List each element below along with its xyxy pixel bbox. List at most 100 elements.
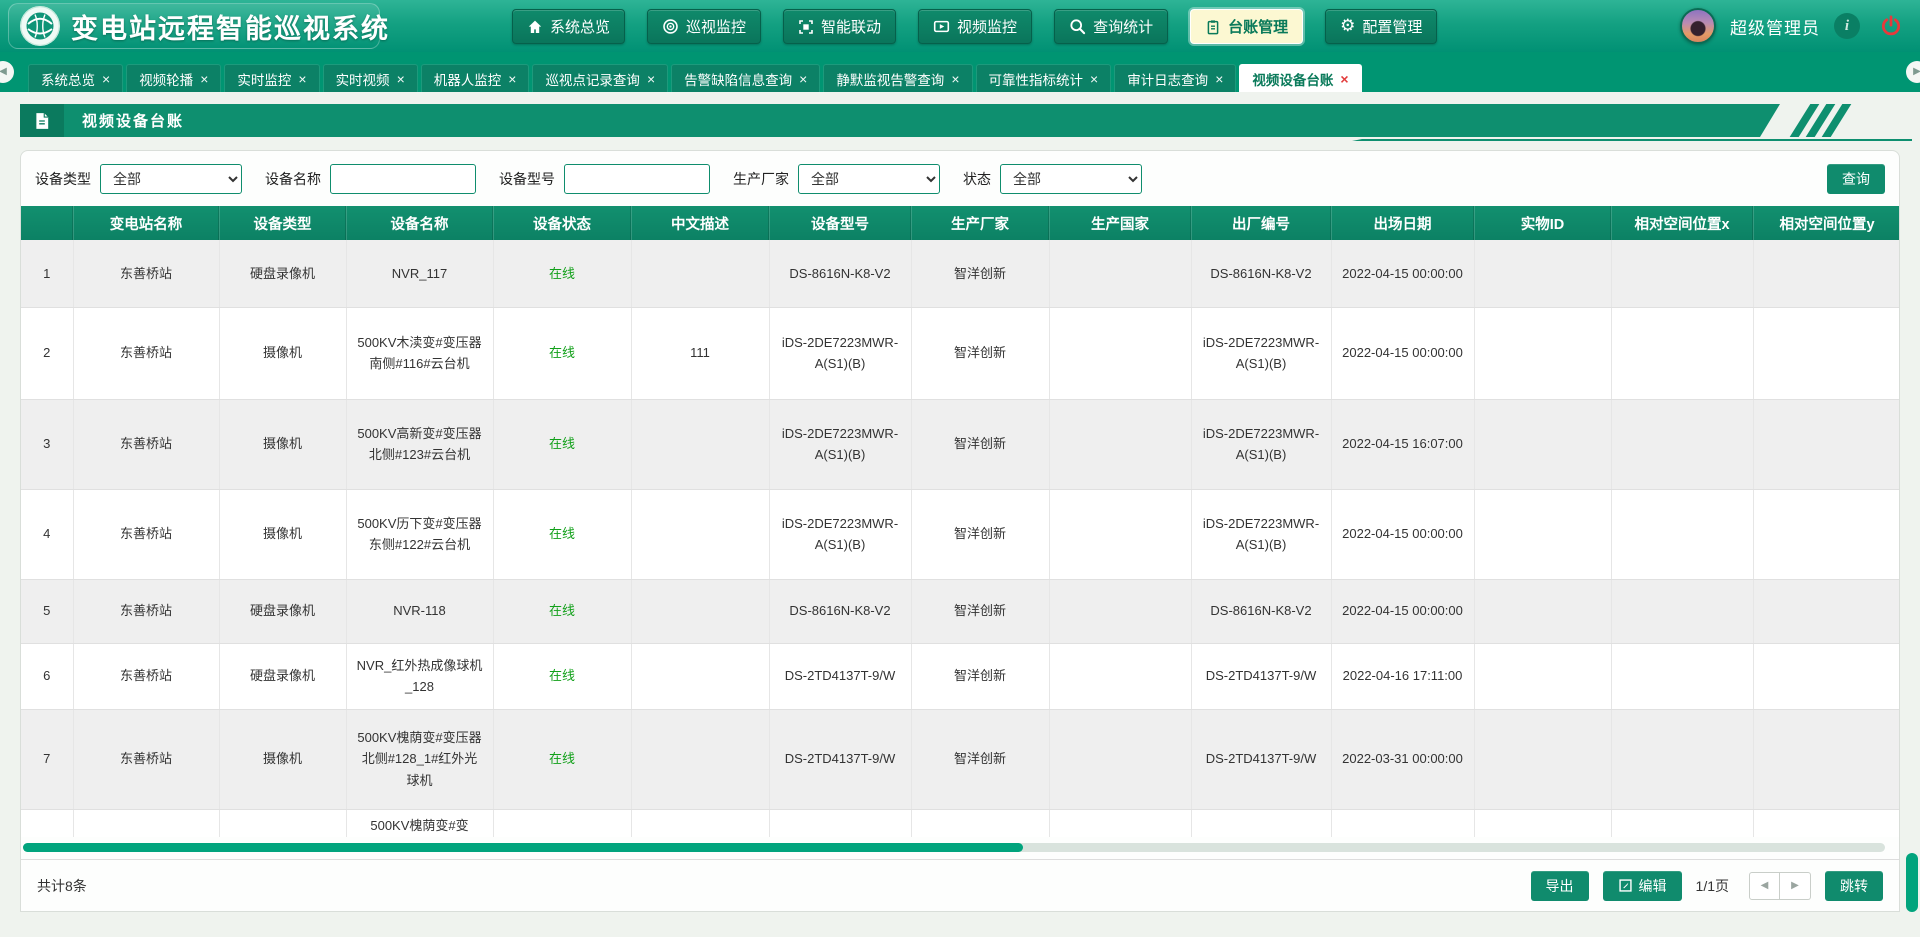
table-cell <box>631 643 769 709</box>
table-row[interactable]: 5东善桥站硬盘录像机NVR-118在线DS-8616N-K8-V2智洋创新DS-… <box>21 579 1899 643</box>
logout-icon[interactable] <box>1880 15 1902 37</box>
tab-label: 可靠性指标统计 <box>989 69 1084 89</box>
query-button[interactable]: 查询 <box>1827 164 1885 194</box>
table-cell <box>1611 240 1753 307</box>
table-row[interactable]: 1东善桥站硬盘录像机NVR_117在线DS-8616N-K8-V2智洋创新DS-… <box>21 240 1899 307</box>
tab[interactable]: 视频设备台账 × <box>1239 64 1361 92</box>
table-cell: 在线 <box>493 307 631 399</box>
tab-close-icon[interactable]: × <box>951 71 959 87</box>
table-cell <box>1611 307 1753 399</box>
tab-close-icon[interactable]: × <box>647 71 655 87</box>
table-row[interactable]: 4东善桥站摄像机500KV历下变#变压器东侧#122#云台机在线iDS-2DE7… <box>21 489 1899 579</box>
table-cell: NVR_117 <box>346 240 493 307</box>
nav-inspection-monitor[interactable]: 巡视监控 <box>647 9 761 44</box>
table-cell: DS-8616N-K8-V2 <box>769 579 911 643</box>
export-button[interactable]: 导出 <box>1531 871 1589 901</box>
table-cell: iDS-2DE7223MWR-A(S1)(B) <box>769 399 911 489</box>
manufacturer-select[interactable]: 全部 <box>798 164 940 194</box>
table-cell: 在线 <box>493 489 631 579</box>
tab-label: 静默监视告警查询 <box>836 69 944 89</box>
table-cell <box>1049 643 1191 709</box>
tab[interactable]: 实时视频× <box>323 64 418 92</box>
table-row[interactable]: 7东善桥站摄像机500KV槐荫变#变压器北侧#128_1#红外光球机在线DS-2… <box>21 709 1899 809</box>
column-header: 相对空间位置x <box>1611 206 1753 240</box>
table-cell: 4 <box>21 489 73 579</box>
tab-close-icon[interactable]: × <box>1215 71 1223 87</box>
table-row[interactable]: 2东善桥站摄像机500KV木渎变#变压器南侧#116#云台机在线111iDS-2… <box>21 307 1899 399</box>
table-body: 1东善桥站硬盘录像机NVR_117在线DS-8616N-K8-V2智洋创新DS-… <box>21 240 1899 837</box>
nav-query-statistics[interactable]: 查询统计 <box>1054 9 1168 44</box>
tab-close-icon[interactable]: × <box>397 71 405 87</box>
column-header: 设备型号 <box>769 206 911 240</box>
table-cell <box>1611 579 1753 643</box>
avatar[interactable] <box>1680 8 1716 44</box>
home-icon <box>527 19 543 35</box>
next-page-icon[interactable]: ▶ <box>1780 872 1811 900</box>
nav-ledger-management[interactable]: 台账管理 <box>1190 9 1303 44</box>
table-cell: 智洋创新 <box>911 709 1049 809</box>
jump-button[interactable]: 跳转 <box>1825 871 1883 901</box>
device-type-select[interactable]: 全部 <box>100 164 242 194</box>
table-cell: 2 <box>21 307 73 399</box>
tab[interactable]: 视频轮播× <box>126 64 221 92</box>
tab-close-icon[interactable]: × <box>1340 71 1348 87</box>
tab[interactable]: 告警缺陷信息查询× <box>671 64 820 92</box>
table-cell <box>1611 809 1753 837</box>
tab-close-icon[interactable]: × <box>298 71 306 87</box>
table-cell: 摄像机 <box>219 489 346 579</box>
edit-button[interactable]: 编辑 <box>1603 871 1682 901</box>
table-cell <box>1753 809 1899 837</box>
tab-close-icon[interactable]: × <box>799 71 807 87</box>
tab[interactable]: 可靠性指标统计 × <box>976 64 1112 92</box>
horizontal-scrollbar[interactable] <box>23 843 1885 852</box>
nav-smart-linkage[interactable]: 智能联动 <box>783 9 896 44</box>
table-row[interactable]: 500KV槐荫变#变 <box>21 809 1899 837</box>
tab[interactable]: 机器人监控× <box>421 64 530 92</box>
tab-close-icon[interactable]: × <box>508 71 516 87</box>
table-row[interactable]: 6东善桥站硬盘录像机NVR_红外热成像球机_128在线DS-2TD4137T-9… <box>21 643 1899 709</box>
tab[interactable]: 审计日志查询 × <box>1114 64 1236 92</box>
table-cell: 2022-04-16 17:11:00 <box>1331 643 1474 709</box>
nav-config-management[interactable]: ⚙ 配置管理 <box>1325 9 1437 44</box>
vertical-scrollbar[interactable] <box>1906 853 1918 912</box>
table-cell: 智洋创新 <box>911 489 1049 579</box>
nav-label: 配置管理 <box>1362 16 1422 37</box>
column-header: 设备类型 <box>219 206 346 240</box>
tab[interactable]: 静默监视告警查询 × <box>823 64 972 92</box>
tab[interactable]: 巡视点记录查询× <box>532 64 668 92</box>
info-icon[interactable]: i <box>1834 13 1860 39</box>
tab-label: 审计日志查询 <box>1127 69 1208 89</box>
device-name-input[interactable] <box>330 164 476 194</box>
table-cell <box>1049 709 1191 809</box>
table-cell: 7 <box>21 709 73 809</box>
table-cell: 在线 <box>493 399 631 489</box>
tab[interactable]: 实时监控× <box>224 64 319 92</box>
tab-label: 视频设备台账 <box>1252 69 1333 89</box>
nav-video-monitor[interactable]: 视频监控 <box>918 9 1032 44</box>
tab-scroll-right-icon[interactable]: ▶ <box>1906 61 1920 83</box>
device-type-label: 设备类型 <box>35 169 91 189</box>
prev-page-icon[interactable]: ◀ <box>1749 872 1780 900</box>
table-cell: 500KV槐荫变#变压器北侧#128_1#红外光球机 <box>346 709 493 809</box>
tab-close-icon[interactable]: × <box>1090 71 1098 87</box>
table-cell <box>1611 709 1753 809</box>
table-cell <box>631 399 769 489</box>
table-cell <box>1753 579 1899 643</box>
table-cell: 东善桥站 <box>73 643 219 709</box>
table-cell: 东善桥站 <box>73 709 219 809</box>
table-cell <box>493 809 631 837</box>
table-cell <box>1049 240 1191 307</box>
nav-system-overview[interactable]: 系统总览 <box>512 9 625 44</box>
tab-close-icon[interactable]: × <box>200 71 208 87</box>
table-cell: 500KV木渎变#变压器南侧#116#云台机 <box>346 307 493 399</box>
device-model-input[interactable] <box>564 164 710 194</box>
tab-scroll-left-icon[interactable]: ◀ <box>0 61 14 83</box>
tab-close-icon[interactable]: × <box>102 71 110 87</box>
tab[interactable]: 系统总览× <box>28 64 123 92</box>
table-row[interactable]: 3东善桥站摄像机500KV高新变#变压器北侧#123#云台机在线iDS-2DE7… <box>21 399 1899 489</box>
status-select[interactable]: 全部 <box>1000 164 1142 194</box>
horizontal-scrollbar-thumb[interactable] <box>23 843 1023 852</box>
app-header: 变电站远程智能巡视系统 系统总览 巡视监控 智能联动 视频监控 查询统计 <box>0 0 1920 52</box>
table-cell <box>1753 307 1899 399</box>
tab-bar: ◀ 系统总览×视频轮播×实时监控×实时视频×机器人监控×巡视点记录查询×告警缺陷… <box>0 52 1920 92</box>
